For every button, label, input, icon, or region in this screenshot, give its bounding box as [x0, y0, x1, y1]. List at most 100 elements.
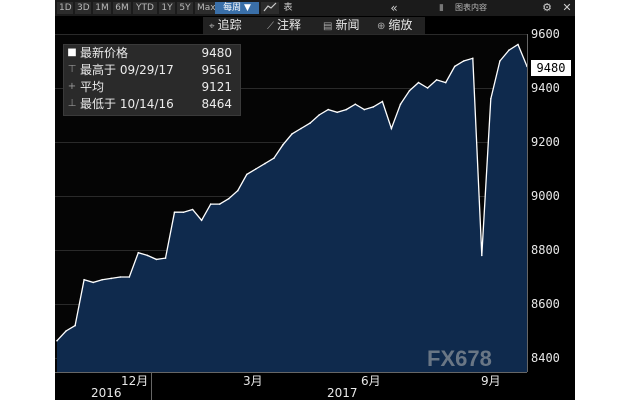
news-label: 新闻 — [335, 18, 360, 32]
data-point[interactable] — [137, 251, 140, 254]
data-point[interactable] — [417, 81, 420, 84]
range-6m-button[interactable]: 6M — [113, 2, 131, 14]
legend-high-label: 最高于 09/29/17 — [80, 63, 174, 77]
x-year-2017: 2017 — [327, 386, 358, 400]
data-point[interactable] — [173, 211, 176, 213]
data-point[interactable] — [336, 111, 339, 114]
legend-avg-value: 9121 — [201, 80, 232, 94]
data-point[interactable] — [191, 208, 194, 211]
zoom-button[interactable]: ⊕ 缩放 — [377, 17, 412, 34]
magnifier-icon: ⊕ — [377, 21, 386, 32]
data-point[interactable] — [426, 87, 429, 89]
data-point[interactable] — [282, 143, 284, 146]
range-5y-button[interactable]: 5Y — [177, 2, 193, 14]
data-point[interactable] — [399, 103, 402, 105]
data-point[interactable] — [508, 49, 510, 51]
data-point[interactable] — [255, 168, 257, 170]
data-point[interactable] — [101, 278, 103, 281]
data-point[interactable] — [372, 106, 375, 108]
data-point[interactable] — [264, 162, 266, 165]
data-point[interactable] — [309, 122, 311, 124]
data-point[interactable] — [273, 157, 275, 159]
low-marker-icon: ⊥ — [67, 98, 77, 109]
close-icon[interactable]: ✕ — [561, 2, 573, 14]
data-point[interactable] — [499, 60, 501, 62]
y-tick-8800: 8800 — [531, 243, 560, 257]
range-max-button[interactable]: Max — [195, 2, 216, 14]
range-ytd-button[interactable]: YTD — [133, 2, 157, 14]
data-point[interactable] — [155, 258, 158, 261]
range-1m-button[interactable]: 1M — [93, 2, 111, 14]
data-point[interactable] — [119, 276, 122, 278]
chart-tools-bar: ⌖ 追踪 ⟋ 注释 ▤ 新闻 ⊕ 缩放 — [203, 17, 425, 34]
data-point[interactable] — [435, 79, 438, 81]
data-point[interactable] — [83, 278, 85, 281]
period-dropdown[interactable]: 每周 ▼ — [215, 2, 259, 14]
browse-label[interactable]: 图表内容 — [449, 2, 493, 14]
data-point[interactable] — [128, 276, 131, 278]
news-icon: ▤ — [323, 21, 333, 32]
data-point[interactable] — [218, 203, 221, 205]
data-point[interactable] — [327, 108, 330, 111]
range-3d-button[interactable]: 3D — [75, 2, 91, 14]
data-point[interactable] — [318, 114, 320, 116]
news-button[interactable]: ▤ 新闻 — [323, 17, 359, 34]
legend-high[interactable]: ⊤ 最高于 09/29/17 9561 — [64, 62, 240, 78]
track-label: 追踪 — [217, 18, 242, 32]
data-point[interactable] — [56, 339, 58, 342]
data-point[interactable] — [110, 277, 112, 280]
data-point[interactable] — [291, 133, 293, 135]
data-point[interactable] — [209, 203, 212, 205]
gear-icon[interactable]: ⚙ — [541, 2, 553, 14]
range-1d-button[interactable]: 1D — [57, 2, 73, 14]
data-point[interactable] — [300, 127, 302, 130]
data-point[interactable] — [65, 330, 67, 332]
x-tick-jun: 6月 — [361, 374, 381, 388]
y-tick-9600: 9600 — [531, 27, 560, 41]
collapse-icon[interactable]: « — [387, 2, 401, 14]
data-point[interactable] — [74, 324, 76, 327]
data-point[interactable] — [363, 108, 366, 111]
data-point[interactable] — [354, 103, 357, 105]
data-point[interactable] — [237, 189, 239, 192]
legend-avg[interactable]: + 平均 9121 — [64, 79, 240, 95]
data-point[interactable] — [246, 173, 248, 176]
data-point[interactable] — [390, 127, 393, 130]
annotate-button[interactable]: ⟋ 注释 — [267, 17, 301, 34]
data-point[interactable] — [92, 281, 94, 284]
data-point[interactable] — [481, 254, 483, 257]
legend-low[interactable]: ⊥ 最低于 10/14/16 8464 — [64, 96, 240, 112]
data-point[interactable] — [146, 254, 149, 257]
high-marker-icon: ⊤ — [67, 64, 77, 75]
y-tick-8600: 8600 — [531, 297, 560, 311]
chart-icon: ▮ — [439, 3, 444, 13]
x-tick-dec: 12月 — [121, 374, 149, 388]
data-point[interactable] — [490, 98, 492, 100]
square-icon: ■ — [67, 47, 77, 58]
data-point[interactable] — [227, 197, 230, 200]
average-marker-icon: + — [67, 81, 77, 92]
legend-last[interactable]: ■ 最新价格 9480 — [64, 45, 240, 61]
range-1y-button[interactable]: 1Y — [159, 2, 175, 14]
table-view-button[interactable]: 表 — [281, 2, 295, 14]
data-point[interactable] — [200, 219, 203, 222]
chart-window: 1D 3D 1M 6M YTD 1Y 5Y Max 每周 ▼ 表 « ▮ 图表内… — [55, 0, 575, 400]
x-year-2016: 2016 — [91, 386, 122, 400]
data-point[interactable] — [345, 108, 348, 111]
x-tick-sep: 9月 — [481, 374, 501, 388]
data-point[interactable] — [462, 60, 465, 62]
data-point[interactable] — [408, 89, 411, 92]
data-point[interactable] — [182, 211, 185, 213]
line-chart-icon[interactable] — [261, 2, 279, 14]
pencil-icon: ⟋ — [267, 21, 274, 32]
data-point[interactable] — [444, 81, 447, 84]
data-point[interactable] — [453, 65, 456, 68]
data-point[interactable] — [472, 57, 474, 60]
data-point[interactable] — [164, 257, 167, 259]
data-point[interactable] — [517, 43, 519, 46]
legend-low-value: 8464 — [201, 97, 232, 111]
y-tick-9200: 9200 — [531, 135, 560, 149]
data-point[interactable] — [381, 100, 384, 103]
legend-last-label: 最新价格 — [80, 46, 129, 60]
track-button[interactable]: ⌖ 追踪 — [209, 17, 242, 34]
